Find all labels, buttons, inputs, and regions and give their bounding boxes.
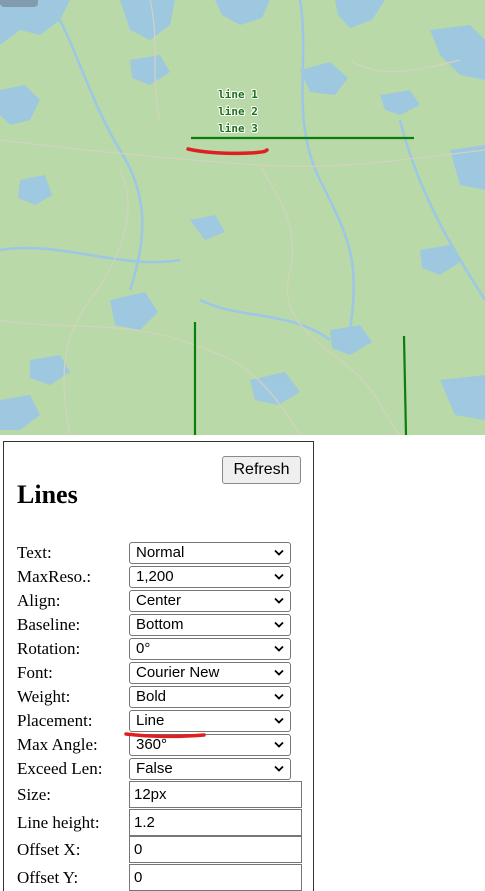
- field-label: Placement:: [17, 711, 93, 730]
- placement-select[interactable]: Line: [129, 710, 291, 732]
- select-value: 360°: [136, 736, 168, 753]
- select-value: 1,200: [136, 568, 174, 585]
- line-height-input[interactable]: 1.2: [129, 809, 302, 836]
- select-value: 0°: [136, 640, 151, 657]
- field-label: Offset Y:: [17, 868, 79, 887]
- field-label: Rotation:: [17, 639, 81, 658]
- align-select[interactable]: Center: [129, 590, 291, 612]
- field-label: Offset X:: [17, 840, 81, 859]
- field-label: Max Angle:: [17, 735, 98, 754]
- weight-select[interactable]: Bold: [129, 686, 291, 708]
- field-label: Align:: [17, 591, 61, 610]
- chevron-down-icon: [274, 573, 284, 580]
- select-value: Normal: [136, 544, 185, 561]
- field-label: Baseline:: [17, 615, 81, 634]
- maxreso-select[interactable]: 1,200: [129, 566, 291, 588]
- chevron-down-icon: [274, 765, 284, 772]
- panel-title: Lines: [17, 480, 78, 509]
- map-label-line-2: line 2: [218, 105, 258, 118]
- refresh-button[interactable]: Refresh: [222, 456, 301, 484]
- map-annotation-underline: [186, 147, 269, 156]
- zoom-control[interactable]: [0, 0, 38, 7]
- select-value: Bold: [136, 688, 167, 705]
- chevron-down-icon: [274, 645, 284, 652]
- field-label: Exceed Len:: [17, 759, 103, 778]
- chevron-down-icon: [274, 741, 284, 748]
- select-value: Line: [136, 712, 165, 729]
- exceed-len-select[interactable]: False: [129, 758, 291, 780]
- field-label: Font:: [17, 663, 53, 682]
- map-label-line-3: line 3: [218, 122, 258, 135]
- map-view[interactable]: line 1 line 2 line 3: [0, 0, 485, 435]
- field-label: Line height:: [17, 813, 100, 832]
- select-value: Courier New: [136, 664, 220, 681]
- chevron-down-icon: [274, 693, 284, 700]
- map-line-vertical-right: [402, 335, 408, 435]
- controls-panel: Refresh Lines Text: Normal MaxReso.: 1,2…: [3, 441, 314, 891]
- chevron-down-icon: [274, 621, 284, 628]
- chevron-down-icon: [274, 669, 284, 676]
- select-value: Center: [136, 592, 182, 609]
- map-basemap: [0, 0, 485, 435]
- field-label: Text:: [17, 543, 52, 562]
- select-value: False: [136, 760, 173, 777]
- field-label: Weight:: [17, 687, 71, 706]
- font-select[interactable]: Courier New: [129, 662, 291, 684]
- chevron-down-icon: [274, 717, 284, 724]
- field-label: Size:: [17, 785, 51, 804]
- map-label-line-1: line 1: [218, 88, 258, 101]
- size-input[interactable]: 12px: [129, 781, 302, 808]
- chevron-down-icon: [274, 597, 284, 604]
- offset-x-input[interactable]: 0: [129, 836, 302, 863]
- select-value: Bottom: [136, 616, 184, 633]
- rotation-select[interactable]: 0°: [129, 638, 291, 660]
- max-angle-select[interactable]: 360°: [129, 734, 291, 756]
- text-select[interactable]: Normal: [129, 542, 291, 564]
- baseline-select[interactable]: Bottom: [129, 614, 291, 636]
- field-label: MaxReso.:: [17, 567, 92, 586]
- chevron-down-icon: [274, 549, 284, 556]
